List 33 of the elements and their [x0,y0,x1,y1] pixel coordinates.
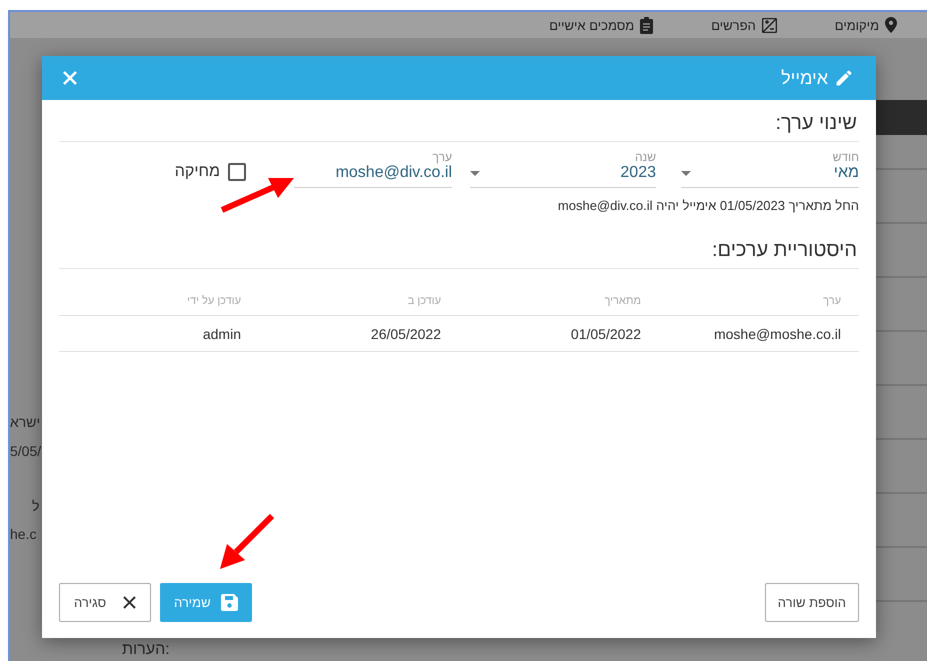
clipboard-icon [640,16,654,34]
add-row-button[interactable]: הוספת שורה [764,583,859,622]
background-text: ישרא [10,414,40,430]
close-icon [123,596,136,609]
summary-text: החל מתאריך 01/05/2023 אימייל יהיה moshe@div.co.il [556,198,859,213]
column-header: ערך [822,295,842,309]
notes-label: הערות: [122,641,170,659]
section-title: היסטוריית ערכים: [59,229,859,269]
close-icon[interactable] [62,70,78,86]
pencil-icon [834,68,854,88]
nav-link[interactable]: מיקומים [834,17,897,33]
table-cell-text: admin [202,325,242,344]
table-cell-text: 26/05/2022 [370,325,442,344]
nav-link[interactable]: מסמכים אישיים [549,16,654,34]
close-button[interactable]: סגירה [59,583,151,622]
dropdown-caret-icon [681,170,691,176]
table-cell-text: 01/05/2022 [570,325,642,344]
dropdown-caret-icon [470,170,480,176]
section-title: שינוי ערך: [59,100,859,142]
table-cell-text: moshe@moshe.co.il [712,325,842,344]
background-text: he.c [10,526,36,542]
table-header-bar [876,100,927,135]
select-field[interactable]: חודש מאי [681,150,859,188]
background-text: 5/05/ [10,443,42,459]
column-header: מתאריך [604,295,642,309]
column-header: עודכן ב [406,295,442,309]
delete-checkbox[interactable]: מחיקה [174,163,246,181]
dialog-title: אימייל [781,68,828,88]
nav-link[interactable]: הפרשים [711,18,777,32]
map-pin-icon [885,17,897,33]
background-text: ל [32,498,40,514]
plus-minus-square-icon [762,18,777,32]
column-header: עודכן על ידי [186,295,242,309]
